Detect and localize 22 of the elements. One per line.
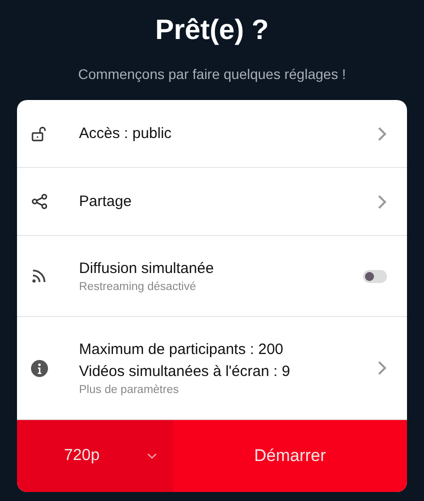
page-title: Prêt(e) ? (155, 13, 269, 47)
chevron-right-icon (377, 194, 387, 210)
share-icon (31, 193, 48, 210)
setting-label: Accès : public (79, 124, 173, 144)
settings-row[interactable]: Accès : public (17, 100, 407, 168)
unlocked-padlock-icon (31, 126, 47, 142)
setting-label: Diffusion simultanée (79, 259, 215, 279)
chevron-right-icon (377, 126, 387, 142)
setting-label: Partage (79, 192, 133, 212)
setting-label: Vidéos simultanées à l'écran : 9 (79, 362, 292, 382)
page-subtitle: Commençons par faire quelques réglages ! (78, 66, 346, 82)
broadcast-icon (31, 268, 47, 284)
setting-label: Maximum de participants : 200 (79, 340, 284, 360)
caret-icon (147, 453, 157, 459)
setting-note: Restreaming désactivé (79, 280, 197, 294)
settings-row[interactable]: Diffusion simultanée Restreaming désactivé (17, 236, 407, 317)
chevron-right-icon (377, 360, 387, 376)
settings-row[interactable]: Partage (17, 168, 407, 236)
quality-dropdown[interactable]: 720p (17, 420, 173, 492)
setting-note: Plus de paramètres (79, 383, 180, 397)
info-icon (31, 360, 48, 376)
toggle-switch[interactable] (363, 270, 387, 282)
